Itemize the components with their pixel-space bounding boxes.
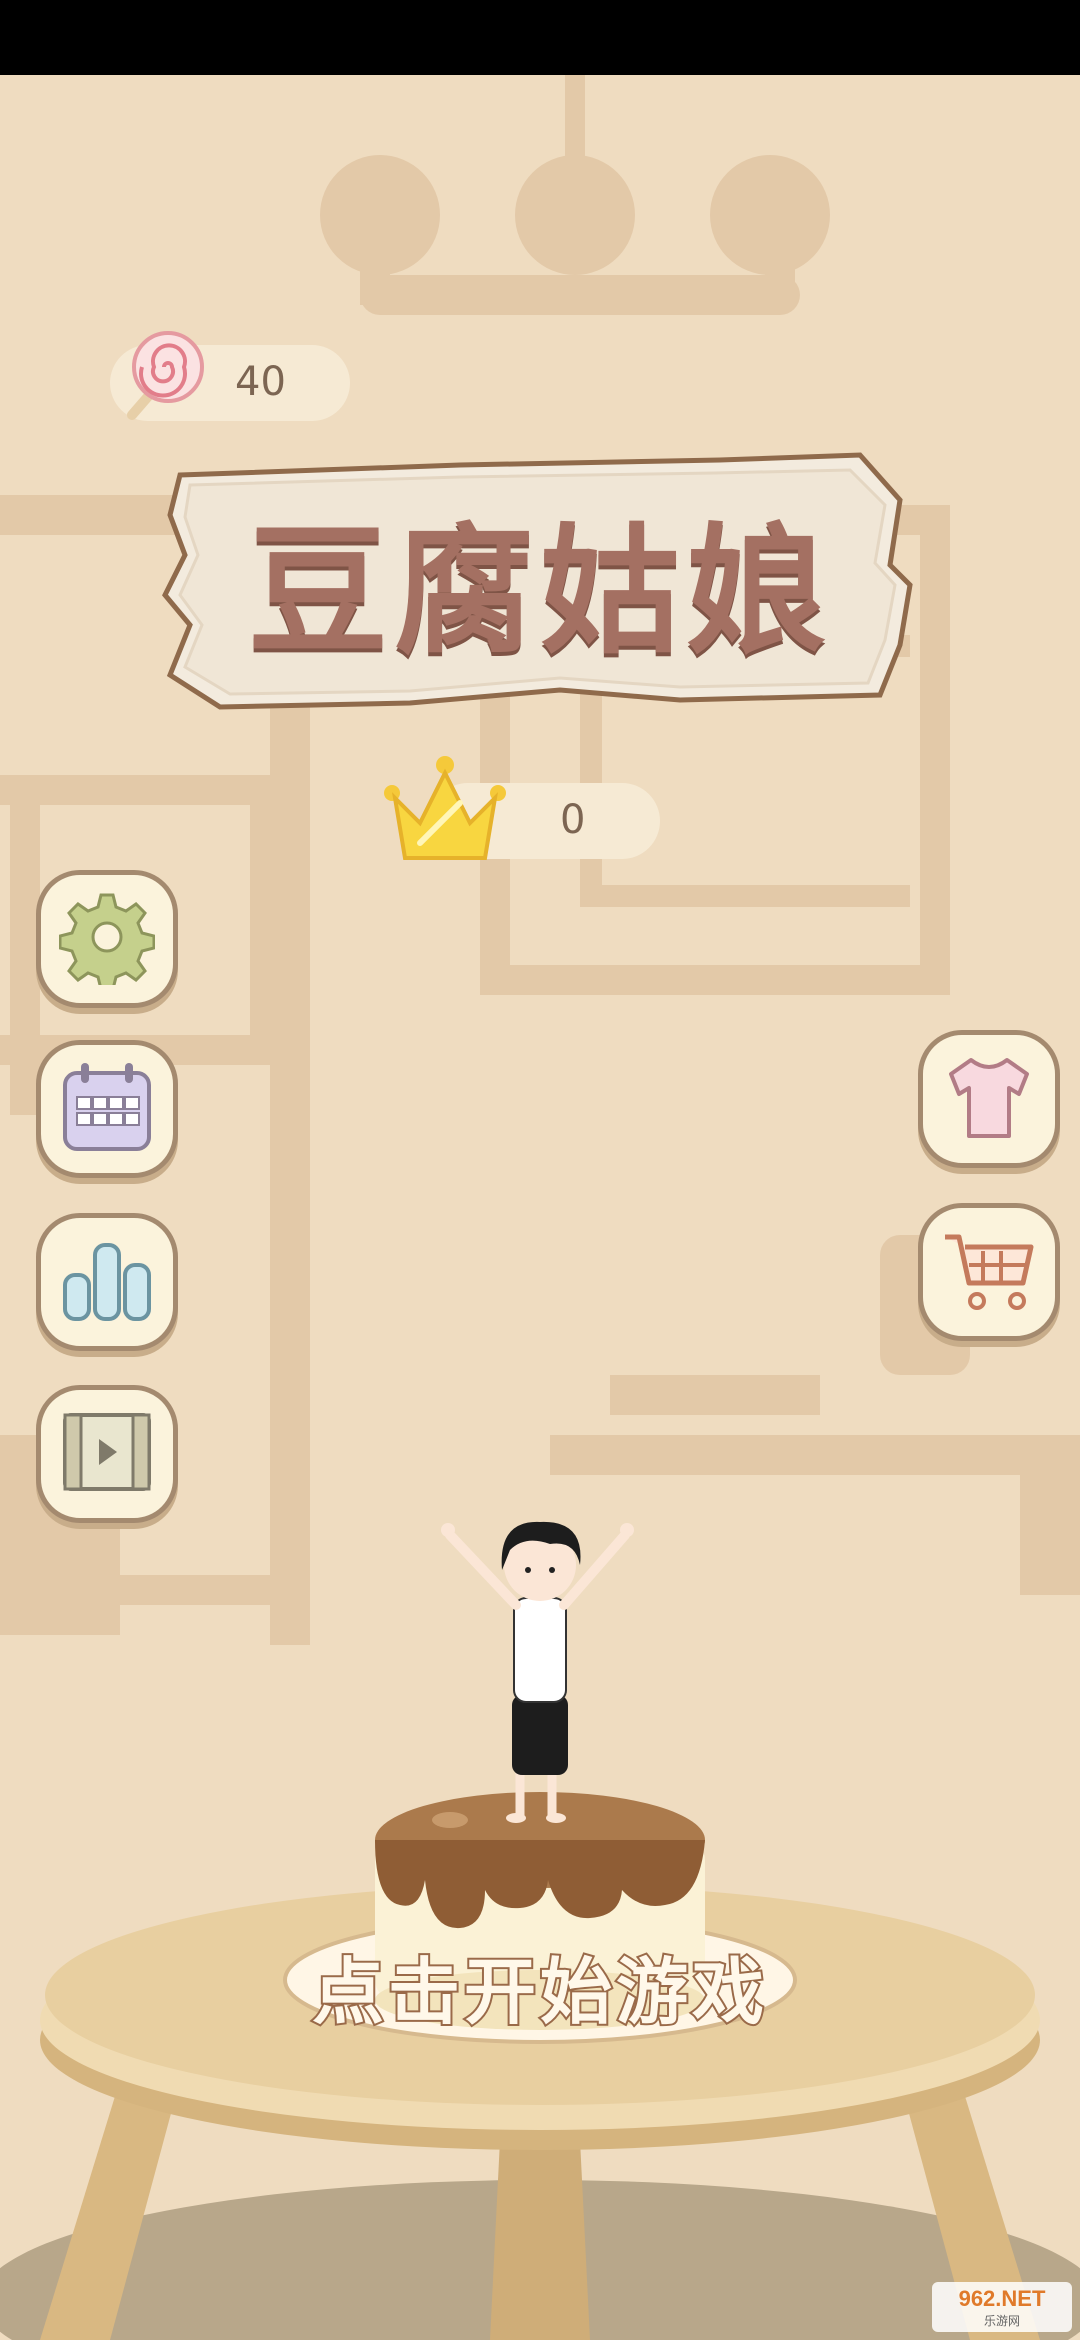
tap-to-start-prompt[interactable]: 点击开始游戏 (240, 1925, 840, 2045)
bar-chart-icon (57, 1235, 157, 1329)
calendar-button[interactable] (36, 1040, 178, 1178)
calendar-icon (57, 1057, 157, 1161)
crown-counter: 0 (384, 756, 660, 860)
game-scene[interactable]: 40 豆腐姑娘 0 点击开始游戏 962.NET 乐游网 (0, 75, 1080, 2340)
shopping-cart-icon (939, 1225, 1039, 1319)
wardrobe-button[interactable] (918, 1030, 1060, 1168)
game-title: 豆腐姑娘 (247, 511, 832, 674)
shirt-icon (941, 1052, 1037, 1146)
watermark-brand: 962.NET (958, 2285, 1046, 2311)
candy-counter: 40 (110, 331, 350, 421)
candy-count: 40 (235, 359, 286, 405)
crown-icon (380, 753, 510, 873)
site-watermark: 962.NET 乐游网 (932, 2282, 1072, 2332)
shop-button[interactable] (918, 1203, 1060, 1341)
settings-button[interactable] (36, 870, 178, 1008)
crown-count: 0 (560, 797, 586, 843)
leaderboard-button[interactable] (36, 1213, 178, 1351)
status-bar (0, 0, 1080, 75)
watermark-sub: 乐游网 (983, 2313, 1020, 2328)
stage-illustration (0, 1521, 1080, 2340)
gear-icon (58, 889, 156, 991)
lollipop-icon (110, 325, 210, 435)
game-title-sign: 豆腐姑娘 (160, 445, 920, 715)
